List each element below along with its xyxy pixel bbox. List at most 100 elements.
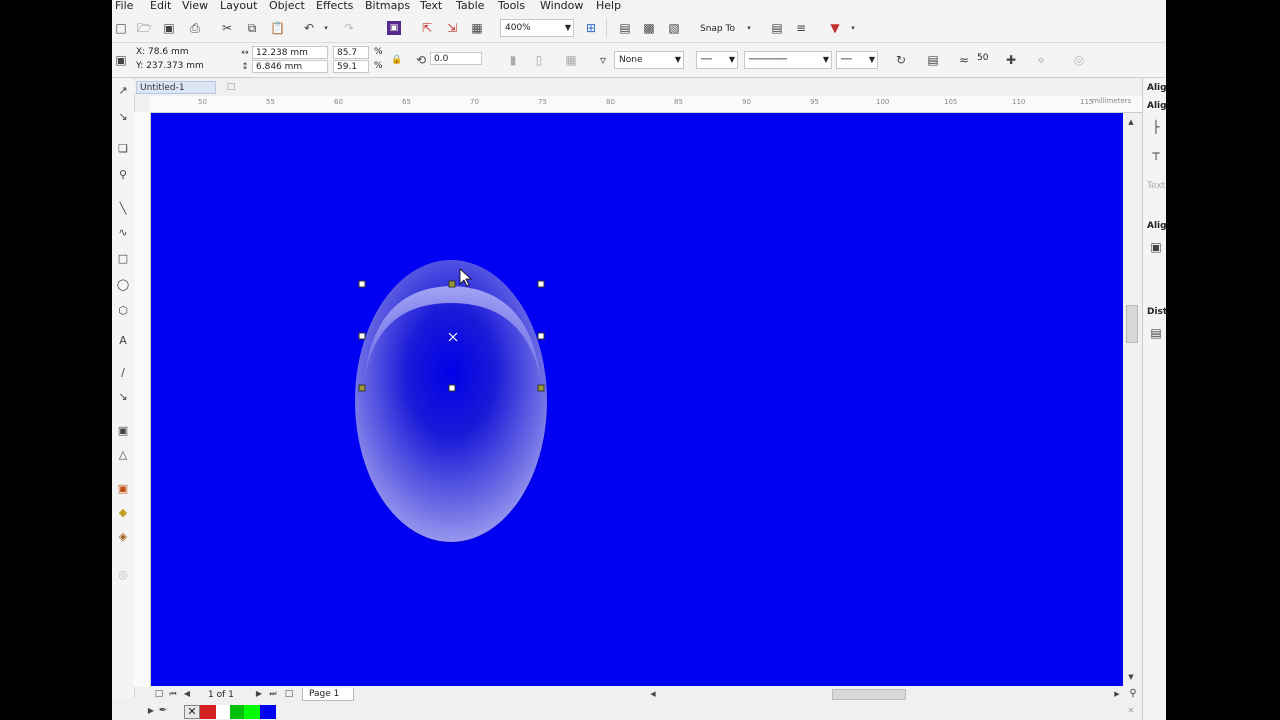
handle-middle-right[interactable] <box>537 332 545 340</box>
scroll-down-icon[interactable]: ▼ <box>1124 670 1138 684</box>
add-page-icon[interactable]: □ <box>152 687 166 701</box>
menu-help[interactable]: Help <box>596 0 621 12</box>
align-left-icon[interactable]: ├ <box>1149 120 1163 134</box>
convert-to-curves-icon[interactable]: ▦ <box>564 53 578 67</box>
scroll-up-icon[interactable]: ▲ <box>1124 115 1138 129</box>
menu-view[interactable]: View <box>182 0 208 12</box>
object-origin-icon[interactable]: ▣ <box>114 53 128 67</box>
welcome-screen-icon[interactable]: ▼ <box>828 21 842 35</box>
polygon-tool-icon[interactable]: ⬡ <box>116 304 130 318</box>
handle-top-left[interactable] <box>358 280 366 288</box>
snap-to-chevron-icon[interactable]: ▾ <box>742 21 756 35</box>
undo-icon[interactable]: ↶ <box>302 21 316 35</box>
menu-layout[interactable]: Layout <box>220 0 257 12</box>
pick-tool-icon[interactable]: ↗ <box>116 84 130 98</box>
drop-shadow-icon[interactable]: ▣ <box>116 424 130 438</box>
vertical-ruler[interactable] <box>134 112 151 687</box>
show-grid-icon[interactable]: ▩ <box>642 21 656 35</box>
print-icon[interactable]: ⎙ <box>188 21 202 35</box>
menu-tools[interactable]: Tools <box>498 0 525 12</box>
align-page-icon[interactable]: ▣ <box>1149 240 1163 254</box>
position-y[interactable]: Y: 237.373 mm <box>136 60 204 72</box>
horizontal-scroll-thumb[interactable] <box>832 689 906 700</box>
handle-bottom-right[interactable] <box>537 384 545 392</box>
scroll-right-icon[interactable]: ▶ <box>1110 687 1124 701</box>
palette-expand-icon[interactable]: ✕ <box>1124 704 1138 718</box>
new-document-icon[interactable]: □ <box>114 21 128 35</box>
start-arrowhead-dropdown[interactable]: ── ▼ <box>696 51 738 69</box>
distribute-icon[interactable]: ▤ <box>1149 326 1163 340</box>
cut-icon[interactable]: ✂ <box>220 21 234 35</box>
menu-window[interactable]: Window <box>540 0 583 12</box>
export-icon[interactable]: ⇲ <box>445 21 459 35</box>
freehand-tool-icon[interactable]: ╲ <box>116 202 130 216</box>
smart-fill-icon[interactable]: ◈ <box>116 530 130 544</box>
launcher-chevron-icon[interactable]: ▾ <box>846 21 860 35</box>
application-launcher-icon[interactable]: ≡ <box>794 21 808 35</box>
vertical-scroll-thumb[interactable] <box>1126 305 1138 343</box>
close-curve-icon[interactable]: ↻ <box>894 53 908 67</box>
snap-to-dropdown[interactable]: Snap To <box>700 23 735 35</box>
artistic-media-icon[interactable]: ∿ <box>116 226 130 240</box>
next-page-icon[interactable]: ▶ <box>252 687 266 701</box>
mirror-vertical-icon[interactable]: ▯ <box>532 53 546 67</box>
document-tab[interactable]: Untitled-1 <box>136 81 216 94</box>
width-field[interactable]: 12.238 mm <box>252 46 328 59</box>
options-icon[interactable]: ▤ <box>770 21 784 35</box>
zoom-navigator-icon[interactable]: ⚲ <box>1126 687 1140 701</box>
reflect-nodes-icon[interactable]: ◎ <box>1072 53 1086 67</box>
menu-object[interactable]: Object <box>269 0 305 12</box>
no-color-swatch[interactable]: ✕ <box>184 705 200 719</box>
menu-edit[interactable]: Edit <box>150 0 171 12</box>
open-icon[interactable]: 🗁 <box>137 21 152 35</box>
connector-tool-icon[interactable]: ↘ <box>116 390 130 404</box>
rotation-field[interactable]: 0.0 <box>430 52 482 65</box>
interactive-fill-icon[interactable]: ◆ <box>116 506 130 520</box>
lock-ratio-icon[interactable]: 🔒 <box>390 53 404 67</box>
line-style-dropdown[interactable]: ─────── ▼ <box>744 51 832 69</box>
menu-bitmaps[interactable]: Bitmaps <box>365 0 410 12</box>
swatch-red[interactable] <box>200 705 216 719</box>
horizontal-ruler[interactable]: 50 55 60 65 70 75 80 85 90 95 100 105 11… <box>150 96 1144 113</box>
menu-table[interactable]: Table <box>456 0 484 12</box>
scale-width-field[interactable]: 85.7 <box>333 46 369 59</box>
handle-bottom-left[interactable] <box>358 384 366 392</box>
swatch-lime[interactable] <box>244 705 260 719</box>
end-arrowhead-dropdown[interactable]: ── ▼ <box>836 51 878 69</box>
zoom-tool-icon[interactable]: ⚲ <box>116 168 130 182</box>
full-screen-icon[interactable]: ⊞ <box>584 21 598 35</box>
scale-height-field[interactable]: 59.1 <box>333 60 369 73</box>
publish-pdf-icon[interactable]: ▦ <box>470 21 484 35</box>
show-rulers-icon[interactable]: ▤ <box>618 21 632 35</box>
corel-connect-icon[interactable]: ▣ <box>387 21 401 35</box>
handle-top-center[interactable] <box>448 280 456 288</box>
transparency-tool-icon[interactable]: △ <box>116 448 130 462</box>
outline-pen-icon[interactable]: ▿ <box>596 53 610 67</box>
handle-middle-left[interactable] <box>358 332 366 340</box>
eyedropper-tool-icon[interactable]: ▣ <box>116 482 130 496</box>
scroll-left-icon[interactable]: ◀ <box>646 687 660 701</box>
ellipse-tool-icon[interactable]: ◯ <box>116 278 130 292</box>
outline-width-dropdown[interactable]: None ▼ <box>614 51 684 69</box>
align-top-icon[interactable]: ┬ <box>1149 146 1163 160</box>
show-guidelines-icon[interactable]: ▧ <box>667 21 681 35</box>
customize-toolbox-icon[interactable]: ◎ <box>116 568 130 582</box>
smoothing-field[interactable]: 50 <box>974 52 1000 65</box>
handle-top-right[interactable] <box>537 280 545 288</box>
shape-tool-icon[interactable]: ↘ <box>116 110 130 124</box>
save-icon[interactable]: ▣ <box>162 21 176 35</box>
crop-tool-icon[interactable]: ❏ <box>116 142 130 156</box>
zoom-dropdown[interactable]: 400% ▼ <box>500 19 574 37</box>
close-tab-icon[interactable]: □ <box>224 80 238 94</box>
copy-icon[interactable]: ⧉ <box>245 21 259 35</box>
height-field[interactable]: 6.846 mm <box>252 60 328 73</box>
import-icon[interactable]: ⇱ <box>420 21 434 35</box>
position-x[interactable]: X: 78.6 mm <box>136 46 189 58</box>
previous-page-icon[interactable]: ◀ <box>180 687 194 701</box>
page-tab[interactable]: Page 1 <box>302 688 355 701</box>
swatch-blue[interactable] <box>260 705 276 719</box>
redo-icon[interactable]: ↷ <box>342 21 356 35</box>
drawing-canvas[interactable] <box>151 113 1123 686</box>
last-page-icon[interactable]: ⏭ <box>266 687 280 701</box>
paste-icon[interactable]: 📋 <box>270 21 285 35</box>
